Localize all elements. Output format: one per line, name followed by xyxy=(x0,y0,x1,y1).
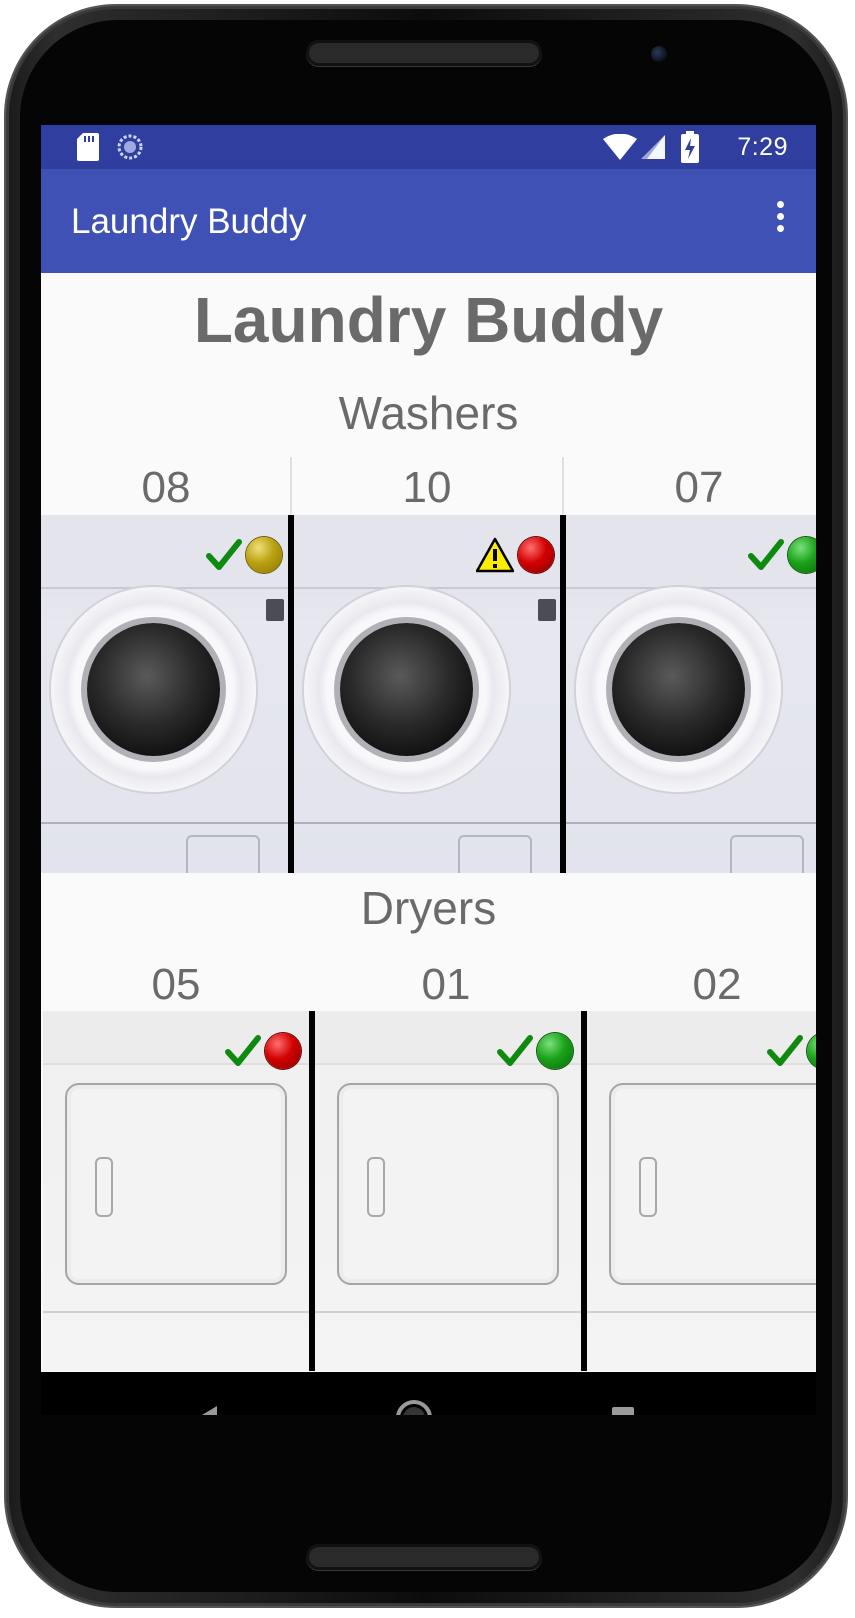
sync-icon xyxy=(117,134,143,160)
wifi-icon xyxy=(603,134,637,160)
dryer-card[interactable] xyxy=(587,1011,816,1371)
warning-icon xyxy=(476,537,514,573)
status-light-green-icon xyxy=(537,1033,573,1069)
sd-card-icon xyxy=(77,133,99,161)
check-icon xyxy=(767,1035,803,1066)
front-camera xyxy=(651,46,667,62)
dryer-card[interactable] xyxy=(315,1011,581,1371)
dryer-number: 02 xyxy=(692,960,742,1009)
washer-card[interactable] xyxy=(294,515,560,873)
dryers-section-title: Dryers xyxy=(360,882,497,934)
status-light-green-icon xyxy=(788,537,816,573)
status-time: 7:29 xyxy=(737,133,788,161)
recents-icon[interactable] xyxy=(601,1396,645,1415)
washer-labels: 08 10 07 xyxy=(41,457,816,515)
status-light-yellow-icon xyxy=(246,537,282,573)
app-bar-title: Laundry Buddy xyxy=(71,202,307,241)
status-light-red-icon xyxy=(518,537,554,573)
bottom-speaker xyxy=(306,1544,542,1570)
dryer-labels: 05 01 02 xyxy=(41,954,816,1010)
device-screen: 7:29 Laundry Buddy Laundry Buddy Washers… xyxy=(41,125,816,1415)
washers-row xyxy=(41,515,816,873)
washer-status xyxy=(476,535,554,575)
dryer-status xyxy=(497,1031,573,1071)
dryers-row xyxy=(41,1011,816,1371)
washers-section-title: Washers xyxy=(338,387,519,439)
home-icon[interactable] xyxy=(392,1396,436,1415)
back-icon[interactable] xyxy=(185,1396,229,1415)
earpiece-speaker xyxy=(306,40,542,66)
main-content[interactable]: Laundry Buddy Washers 08 10 07 Dryers 05… xyxy=(41,273,816,1415)
status-light-red-icon xyxy=(265,1033,301,1069)
washer-card[interactable] xyxy=(41,515,288,873)
status-bar: 7:29 xyxy=(41,125,816,169)
check-icon xyxy=(497,1035,533,1066)
status-light-green-icon xyxy=(807,1033,816,1069)
washer-number: 10 xyxy=(402,463,452,512)
dryer-card[interactable] xyxy=(43,1011,309,1371)
app-bar: Laundry Buddy xyxy=(41,169,816,273)
navigation-bar xyxy=(41,1372,816,1415)
dryer-number: 01 xyxy=(421,960,471,1009)
check-icon xyxy=(225,1035,261,1066)
dryer-number: 05 xyxy=(151,960,201,1009)
washer-number: 07 xyxy=(674,463,724,512)
battery-charging-icon xyxy=(681,131,699,163)
check-icon xyxy=(748,539,784,570)
more-vert-icon[interactable] xyxy=(770,201,790,241)
washer-card[interactable] xyxy=(566,515,816,873)
page-title: Laundry Buddy xyxy=(193,284,664,356)
check-icon xyxy=(206,539,242,570)
washer-number: 08 xyxy=(141,463,191,512)
cell-signal-icon xyxy=(641,135,665,159)
washer-status xyxy=(748,535,816,575)
washer-status xyxy=(206,535,282,575)
dryer-status xyxy=(225,1031,301,1071)
dryer-status xyxy=(767,1031,816,1071)
